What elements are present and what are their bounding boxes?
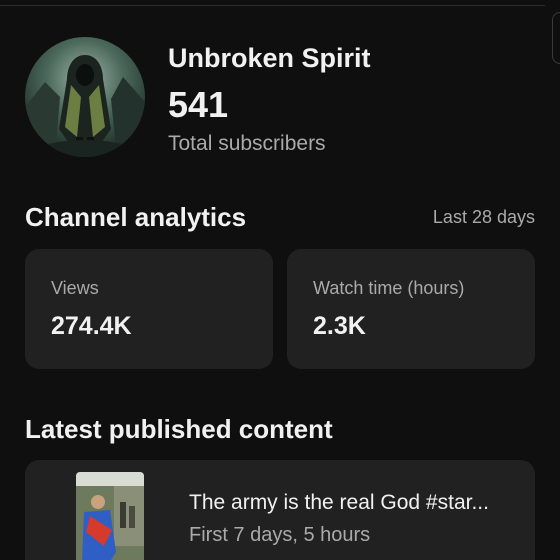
video-title[interactable]: The army is the real God #star...	[189, 491, 519, 515]
hooded-figure-icon	[25, 37, 145, 157]
video-stat: First 7 days, 5 hours	[189, 524, 371, 546]
subscriber-count: 541	[168, 84, 229, 125]
latest-video-card[interactable]: The army is the real God #star... First …	[25, 460, 535, 560]
analytics-period[interactable]: Last 28 days	[433, 207, 535, 228]
views-label: Views	[51, 278, 99, 298]
video-thumbnail-image	[76, 472, 144, 560]
subscriber-label: Total subscribers	[168, 132, 326, 155]
watch-time-card[interactable]: Watch time (hours) 2.3K	[287, 249, 535, 369]
channel-avatar[interactable]	[25, 37, 145, 157]
studio-dashboard: Unbroken Spirit 541 Total subscribers Ch…	[0, 0, 560, 560]
watch-time-value: 2.3K	[313, 312, 366, 340]
top-divider	[0, 5, 545, 6]
views-value: 274.4K	[51, 312, 132, 340]
video-thumbnail[interactable]	[76, 472, 144, 560]
views-card[interactable]: Views 274.4K	[25, 249, 273, 369]
analytics-title: Channel analytics	[25, 202, 247, 232]
offscreen-card-edge	[552, 12, 560, 64]
channel-name: Unbroken Spirit	[168, 43, 371, 73]
latest-content-title: Latest published content	[25, 414, 333, 444]
watch-time-label: Watch time (hours)	[313, 278, 465, 298]
